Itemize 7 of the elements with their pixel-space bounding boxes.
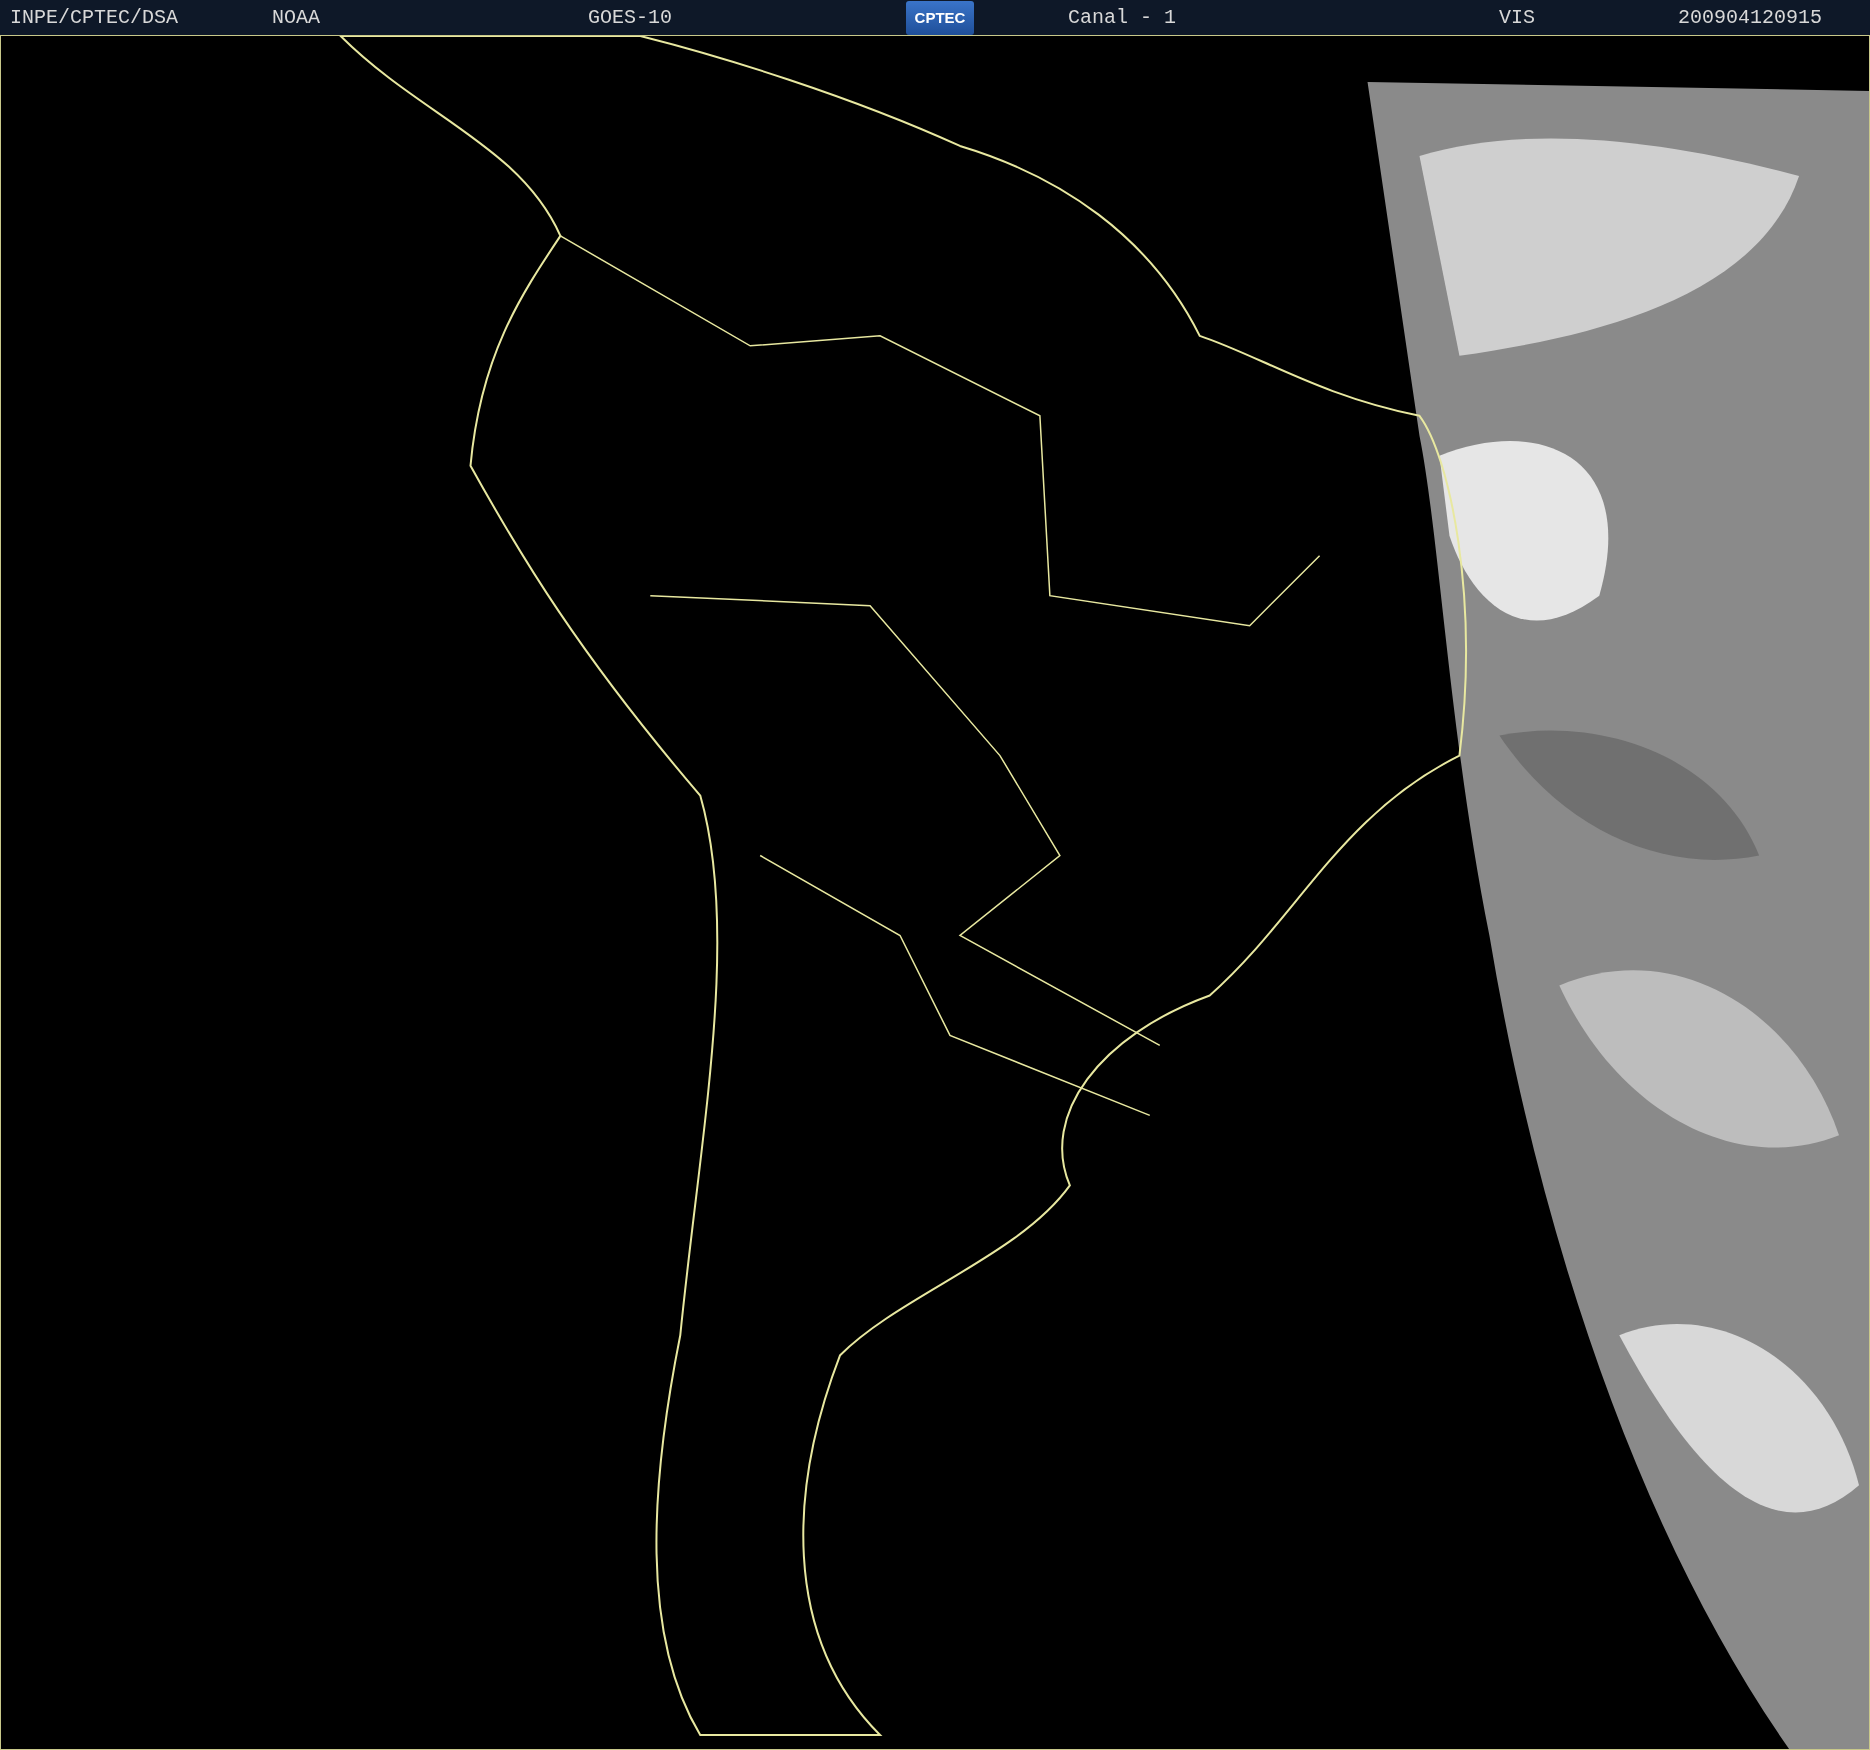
header-label: INPE/CPTEC/DSA bbox=[10, 6, 179, 29]
header-label: 200904120915 bbox=[1678, 6, 1823, 29]
header-label: GOES-10 bbox=[588, 6, 672, 29]
agency-logo: CPTEC bbox=[906, 0, 974, 35]
header-label: VIS bbox=[1499, 6, 1535, 29]
header-label: NOAA bbox=[272, 6, 320, 29]
header-label: Canal - 1 bbox=[1068, 6, 1177, 29]
